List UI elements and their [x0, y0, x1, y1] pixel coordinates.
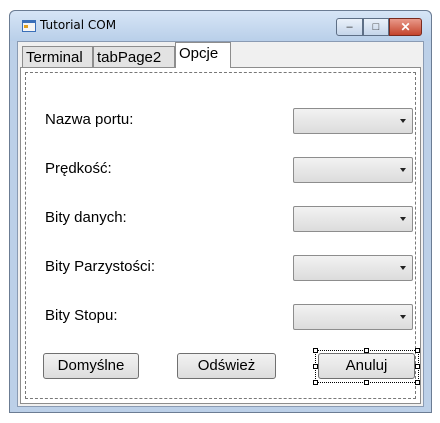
minimize-button[interactable]: – — [336, 18, 363, 36]
options-tab-page: Nazwa portu: Prędkość: Bity danych: Bity… — [20, 67, 421, 404]
selection-handle[interactable] — [415, 380, 420, 385]
maximize-icon: □ — [372, 21, 380, 33]
parity-combobox[interactable] — [293, 255, 413, 281]
stopbits-label: Bity Stopu: — [45, 307, 118, 324]
default-button[interactable]: Domyślne — [43, 353, 139, 379]
minimize-icon: – — [346, 21, 353, 33]
speed-label: Prędkość: — [45, 160, 112, 177]
maximize-button[interactable]: □ — [363, 18, 389, 36]
selection-handle[interactable] — [313, 380, 318, 385]
chevron-down-icon — [400, 217, 406, 221]
title-bar[interactable]: Tutorial COM – □ ✕ — [10, 11, 431, 41]
chevron-down-icon — [400, 168, 406, 172]
refresh-button[interactable]: Odśwież — [177, 353, 276, 379]
close-icon: ✕ — [400, 20, 411, 34]
app-window: Tutorial COM – □ ✕ Terminal tabPage2 Opc… — [9, 10, 432, 413]
tab-tabpage2[interactable]: tabPage2 — [93, 46, 175, 68]
window-title: Tutorial COM — [40, 18, 117, 32]
stopbits-combobox[interactable] — [293, 304, 413, 330]
parity-label: Bity Parzystości: — [45, 258, 156, 275]
selection-handle[interactable] — [313, 364, 318, 369]
tab-opcje[interactable]: Opcje — [175, 42, 231, 68]
close-button[interactable]: ✕ — [389, 18, 422, 36]
chevron-down-icon — [400, 315, 406, 319]
selection-handle[interactable] — [415, 348, 420, 353]
speed-combobox[interactable] — [293, 157, 413, 183]
selection-outline — [315, 350, 419, 383]
databits-label: Bity danych: — [45, 209, 127, 226]
tab-terminal[interactable]: Terminal — [22, 46, 93, 68]
form-client-area: Terminal tabPage2 Opcje Nazwa portu: Prę… — [17, 41, 424, 407]
selection-handle[interactable] — [364, 380, 369, 385]
selection-handle[interactable] — [364, 348, 369, 353]
app-icon — [22, 20, 36, 32]
chevron-down-icon — [400, 119, 406, 123]
port-combobox[interactable] — [293, 108, 413, 134]
selection-handle[interactable] — [415, 364, 420, 369]
databits-combobox[interactable] — [293, 206, 413, 232]
selection-handle[interactable] — [313, 348, 318, 353]
chevron-down-icon — [400, 266, 406, 270]
port-label: Nazwa portu: — [45, 111, 134, 128]
